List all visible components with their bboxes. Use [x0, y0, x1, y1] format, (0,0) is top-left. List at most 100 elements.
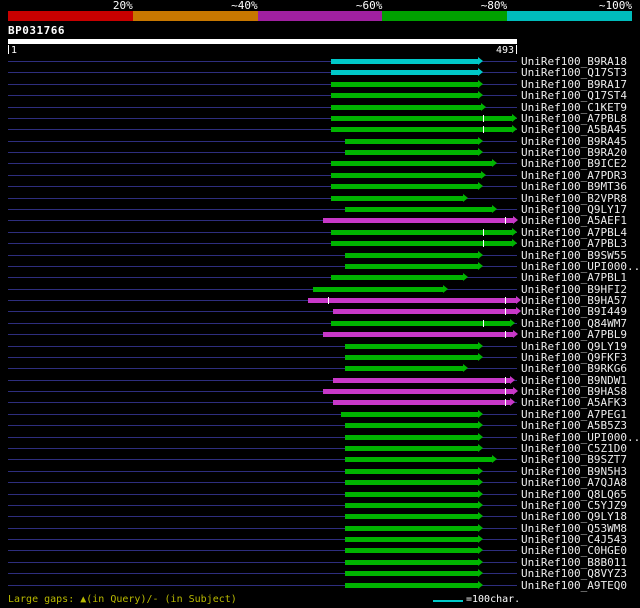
arrowhead-icon	[477, 580, 483, 589]
query-bar	[8, 39, 517, 44]
alignment-bar[interactable]	[344, 548, 478, 554]
alignment-bar[interactable]	[344, 514, 478, 520]
alignment-bar[interactable]	[344, 138, 478, 144]
alignment-bar[interactable]	[322, 218, 513, 224]
alignment-bar[interactable]	[344, 502, 478, 508]
alignment-bar[interactable]	[344, 525, 478, 531]
arrowhead-icon	[512, 387, 518, 396]
scale-label: ~80%	[480, 0, 508, 12]
alignment-bar[interactable]	[344, 446, 478, 452]
alignment-bar[interactable]	[331, 104, 481, 110]
arrowhead-icon	[442, 284, 448, 293]
alignment-bar[interactable]	[344, 263, 478, 269]
arrowhead-icon	[477, 421, 483, 430]
alignment-bar[interactable]	[331, 195, 464, 201]
alignment-bar[interactable]	[344, 343, 478, 349]
gap-tick	[504, 217, 506, 225]
alignment-bar[interactable]	[344, 423, 478, 429]
scale-label: ~100%	[598, 0, 632, 12]
hit-label[interactable]: UniRef100_A9TEQ0	[521, 579, 627, 592]
query-name: BP031766	[8, 24, 65, 37]
alignment-bar[interactable]	[322, 389, 513, 395]
alignment-bar[interactable]	[333, 377, 510, 383]
alignment-bar[interactable]	[333, 400, 510, 406]
alignment-bar[interactable]	[344, 491, 478, 497]
arrowhead-icon	[511, 113, 517, 122]
alignment-bar[interactable]	[344, 252, 478, 258]
arrowhead-icon	[511, 227, 517, 236]
gap-tick	[504, 331, 506, 339]
axis-tick-start	[8, 45, 9, 54]
alignment-bar[interactable]	[344, 582, 478, 588]
arrowhead-icon	[477, 79, 483, 88]
alignment-bar[interactable]	[331, 161, 493, 167]
arrowhead-icon	[509, 375, 515, 384]
arrowhead-icon	[477, 91, 483, 100]
arrowhead-icon	[511, 125, 517, 134]
gaps-legend-note: Large gaps: ▲(in Query)/- (in Subject)	[8, 594, 237, 605]
arrowhead-icon	[477, 478, 483, 487]
alignment-bar[interactable]	[344, 206, 493, 212]
arrowhead-icon	[477, 352, 483, 361]
alignment-bar[interactable]	[344, 366, 464, 372]
alignment-bar[interactable]	[331, 241, 512, 247]
alignment-bar[interactable]	[344, 457, 493, 463]
gap-tick	[482, 240, 484, 248]
alignment-bar[interactable]	[333, 309, 516, 315]
alignment-bar[interactable]	[331, 229, 512, 235]
alignment-bar[interactable]	[331, 127, 512, 133]
arrowhead-icon	[477, 136, 483, 145]
alignment-bar[interactable]	[331, 275, 464, 281]
gap-tick	[504, 399, 506, 407]
query-end-label: 493	[495, 45, 514, 56]
arrowhead-icon	[477, 466, 483, 475]
alignment-bar[interactable]	[331, 93, 478, 99]
alignment-bar[interactable]	[331, 59, 478, 64]
scale-segment	[132, 11, 258, 21]
arrowhead-icon	[509, 398, 515, 407]
gap-tick	[482, 228, 484, 236]
alignment-bar[interactable]	[331, 115, 512, 121]
arrowhead-icon	[477, 500, 483, 509]
blast-graphical-overview: 20% ~40% ~60% ~80% ~100% BP031766 1 493 UniR…	[0, 0, 640, 608]
arrowhead-icon	[477, 432, 483, 441]
alignment-bar[interactable]	[344, 571, 478, 577]
alignment-bar[interactable]	[344, 537, 478, 543]
arrowhead-icon	[477, 261, 483, 270]
scale-segment	[8, 11, 133, 21]
arrowhead-icon	[477, 341, 483, 350]
query-start-label: 1	[11, 45, 18, 56]
alignment-bar[interactable]	[344, 480, 478, 486]
arrowhead-icon	[463, 273, 469, 282]
scale-label: ~40%	[231, 0, 258, 12]
arrowhead-icon	[512, 330, 518, 339]
alignment-bar[interactable]	[331, 81, 478, 87]
arrowhead-icon	[511, 239, 517, 248]
gap-tick	[482, 126, 484, 134]
alignment-bar[interactable]	[344, 434, 478, 440]
scale-segment	[257, 11, 383, 21]
alignment-bar[interactable]	[344, 468, 478, 474]
arrowhead-icon	[509, 318, 515, 327]
arrowhead-icon	[477, 535, 483, 544]
alignment-bar[interactable]	[331, 184, 478, 190]
scale-legend-note: =100char.	[466, 594, 521, 605]
alignment-bar[interactable]	[344, 559, 478, 565]
scale-segment	[382, 11, 508, 21]
arrowhead-icon	[477, 569, 483, 578]
alignment-bar[interactable]	[344, 354, 478, 360]
alignment-bar[interactable]	[331, 172, 481, 178]
alignment-bar[interactable]	[312, 286, 443, 292]
axis-tick-end	[516, 45, 517, 54]
arrowhead-icon	[477, 557, 483, 566]
alignment-bar[interactable]	[341, 411, 478, 417]
alignment-bar[interactable]	[344, 150, 478, 156]
arrowhead-icon	[477, 148, 483, 157]
alignment-plot: UniRef100_B9RA18 UniRef100_Q17ST3 UniRef10…	[0, 56, 640, 593]
gap-tick	[504, 376, 506, 384]
arrowhead-icon	[477, 489, 483, 498]
arrowhead-icon	[463, 193, 469, 202]
alignment-bar[interactable]	[331, 70, 478, 76]
alignment-bar[interactable]	[308, 298, 516, 304]
alignment-bar[interactable]	[322, 332, 513, 338]
